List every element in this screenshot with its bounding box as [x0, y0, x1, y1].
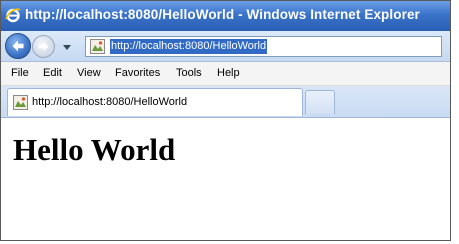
page-icon — [90, 39, 105, 54]
page-icon — [13, 95, 28, 110]
title-bar: http://localhost:8080/HelloWorld - Windo… — [1, 1, 450, 32]
back-button[interactable] — [5, 33, 31, 59]
navigation-bar: http://localhost:8080/HelloWorld — [1, 31, 450, 62]
menu-favorites[interactable]: Favorites — [115, 67, 160, 79]
tab-label: http://localhost:8080/HelloWorld — [32, 96, 188, 108]
address-input[interactable]: http://localhost:8080/HelloWorld — [110, 39, 268, 54]
menu-edit[interactable]: Edit — [43, 67, 62, 79]
new-tab-button[interactable] — [305, 90, 335, 114]
forward-arrow-icon — [38, 41, 49, 52]
tab-bar: http://localhost:8080/HelloWorld — [1, 86, 450, 118]
menu-tools[interactable]: Tools — [176, 67, 202, 79]
page-heading: Hello World — [13, 132, 176, 167]
page-content: Hello World — [1, 118, 450, 240]
tab-active[interactable]: http://localhost:8080/HelloWorld — [7, 88, 303, 116]
window-title: http://localhost:8080/HelloWorld - Windo… — [25, 7, 420, 22]
menu-file[interactable]: File — [11, 67, 29, 79]
menu-help[interactable]: Help — [217, 67, 240, 79]
menu-view[interactable]: View — [77, 67, 101, 79]
address-bar[interactable]: http://localhost:8080/HelloWorld — [85, 36, 442, 57]
ie-logo-icon — [5, 7, 21, 23]
recent-pages-button[interactable] — [61, 40, 73, 52]
dropdown-arrow-icon — [63, 45, 71, 50]
forward-button[interactable] — [32, 35, 55, 58]
menu-bar: File Edit View Favorites Tools Help — [1, 62, 450, 86]
back-arrow-icon — [12, 40, 24, 52]
browser-window: http://localhost:8080/HelloWorld - Windo… — [0, 0, 451, 241]
